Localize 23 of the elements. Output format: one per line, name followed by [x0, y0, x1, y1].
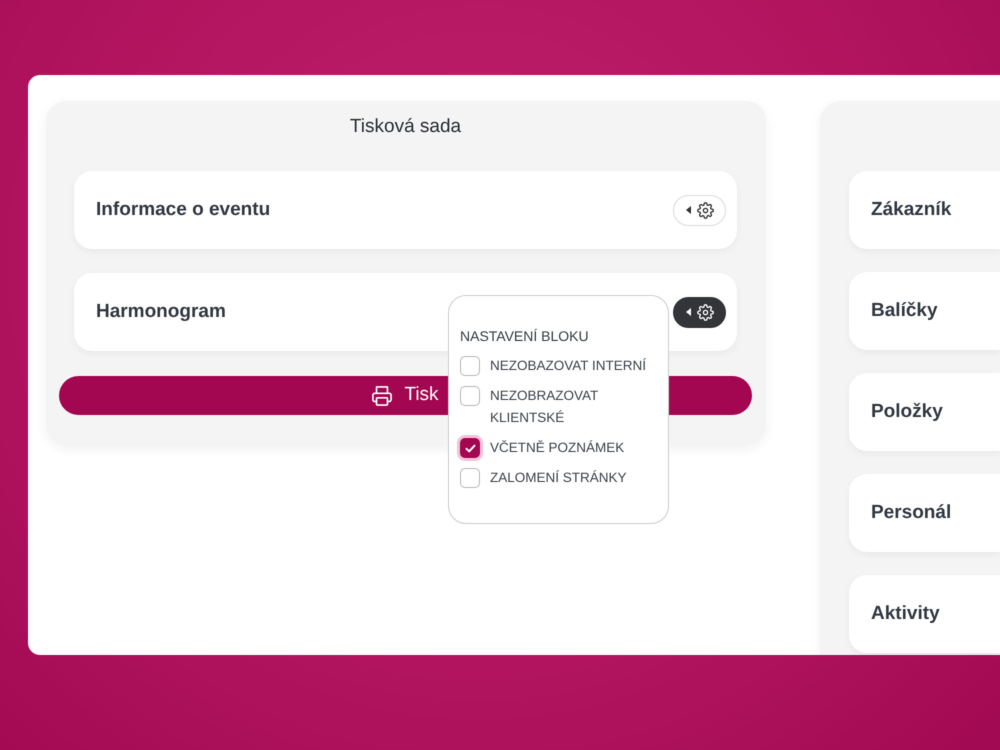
printer-icon — [372, 386, 392, 406]
section-title: Personál — [871, 500, 952, 525]
checkbox[interactable] — [460, 438, 480, 458]
section-title: Zákazník — [871, 198, 952, 222]
section-title: Aktivity — [871, 602, 940, 626]
settings-icon — [696, 202, 714, 218]
option-label: ZALOMENÍ STRÁNKY — [490, 469, 628, 487]
option-label: VČETNĚ POZNÁMEK — [490, 439, 626, 457]
checkbox[interactable] — [460, 356, 480, 376]
block-title: Informace o eventu — [96, 198, 270, 222]
block-settings-button[interactable] — [673, 296, 726, 328]
menu-heading: NASTAVENÍ BLOKU — [460, 327, 590, 346]
caret-icon — [686, 206, 690, 214]
checkbox[interactable] — [460, 468, 480, 488]
block-title: Harmonogram — [96, 300, 226, 324]
checkbox[interactable] — [460, 386, 480, 406]
option-label: NEZOBAZOVAT INTERNÍ — [490, 357, 648, 375]
caret-icon — [686, 308, 690, 316]
settings-icon — [696, 304, 714, 320]
check-icon — [464, 444, 476, 452]
panel-title: Tisková sada — [348, 115, 462, 139]
section-title: Balíčky — [871, 298, 938, 323]
section-title: Položky — [871, 400, 943, 424]
